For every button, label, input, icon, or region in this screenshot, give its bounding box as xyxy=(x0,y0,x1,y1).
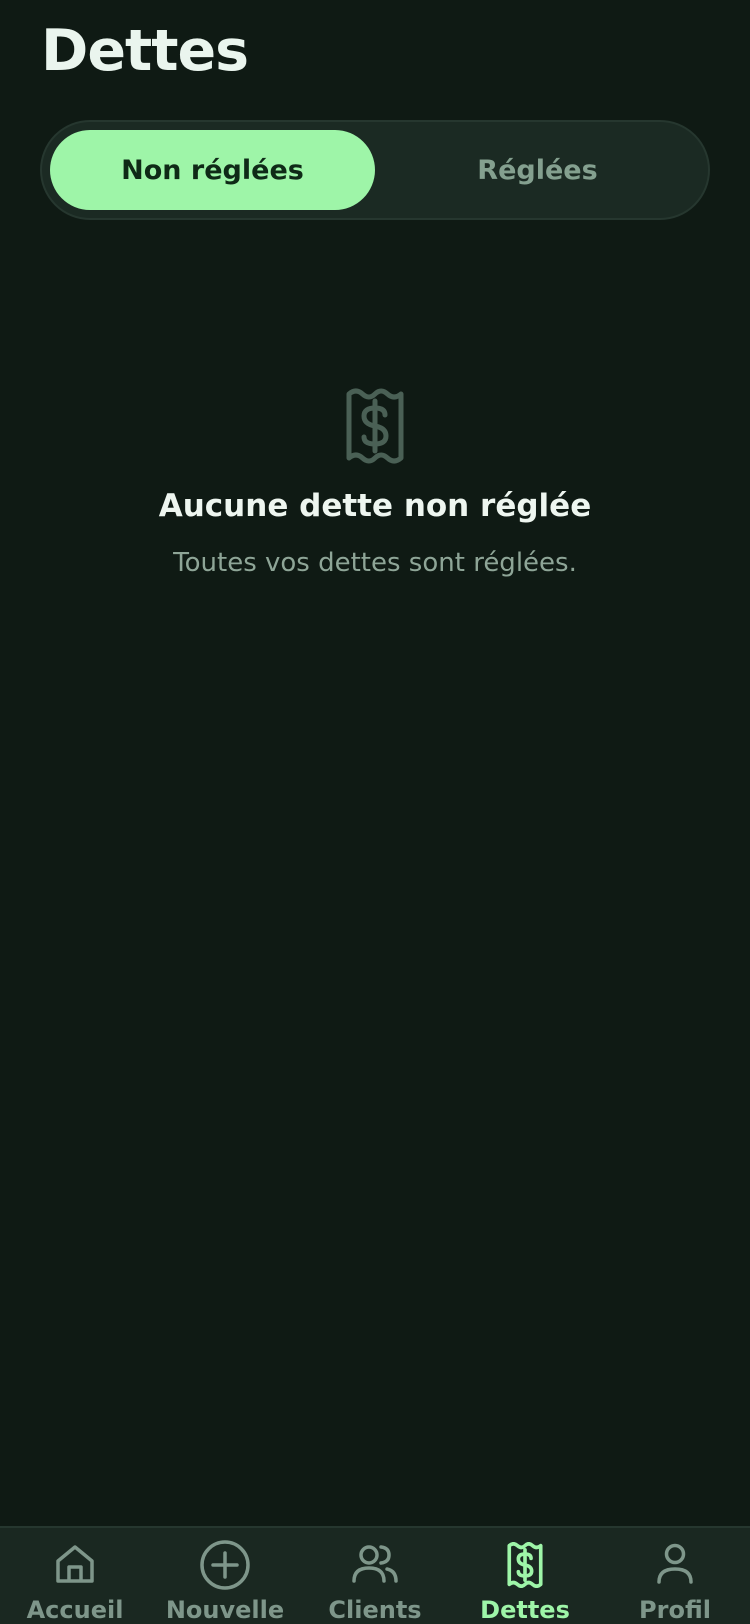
receipt-dollar-icon xyxy=(346,388,404,464)
tab-unsettled-label: Non réglées xyxy=(121,154,304,186)
nav-item-accueil[interactable]: Accueil xyxy=(0,1528,150,1624)
nav-label-clients: Clients xyxy=(328,1596,422,1624)
bottom-nav: Accueil Nouvelle Clients Dettes Profil xyxy=(0,1526,750,1624)
plus-circle-icon xyxy=(200,1540,250,1590)
tab-settled[interactable]: Réglées xyxy=(375,130,700,210)
debts-screen: Dettes Non réglées Réglées Aucune dette … xyxy=(0,0,750,1624)
nav-label-accueil: Accueil xyxy=(26,1596,124,1624)
debt-status-segmented-control: Non réglées Réglées xyxy=(40,120,710,220)
empty-state-title: Aucune dette non réglée xyxy=(158,488,592,524)
empty-state: Aucune dette non réglée Toutes vos dette… xyxy=(0,388,750,578)
nav-item-nouvelle[interactable]: Nouvelle xyxy=(150,1528,300,1624)
page-title: Dettes xyxy=(41,18,249,84)
home-icon xyxy=(56,1545,94,1583)
nav-label-dettes: Dettes xyxy=(480,1596,570,1624)
users-icon xyxy=(352,1545,398,1583)
tab-unsettled[interactable]: Non réglées xyxy=(50,130,375,210)
nav-label-profil: Profil xyxy=(639,1596,711,1624)
user-icon xyxy=(657,1543,693,1584)
nav-item-profil[interactable]: Profil xyxy=(600,1528,750,1624)
tab-settled-label: Réglées xyxy=(477,154,598,186)
nav-item-dettes[interactable]: Dettes xyxy=(450,1528,600,1624)
nav-item-clients[interactable]: Clients xyxy=(300,1528,450,1624)
empty-state-subtitle: Toutes vos dettes sont réglées. xyxy=(173,548,577,578)
nav-label-nouvelle: Nouvelle xyxy=(165,1596,285,1624)
receipt-dollar-icon xyxy=(507,1542,543,1588)
